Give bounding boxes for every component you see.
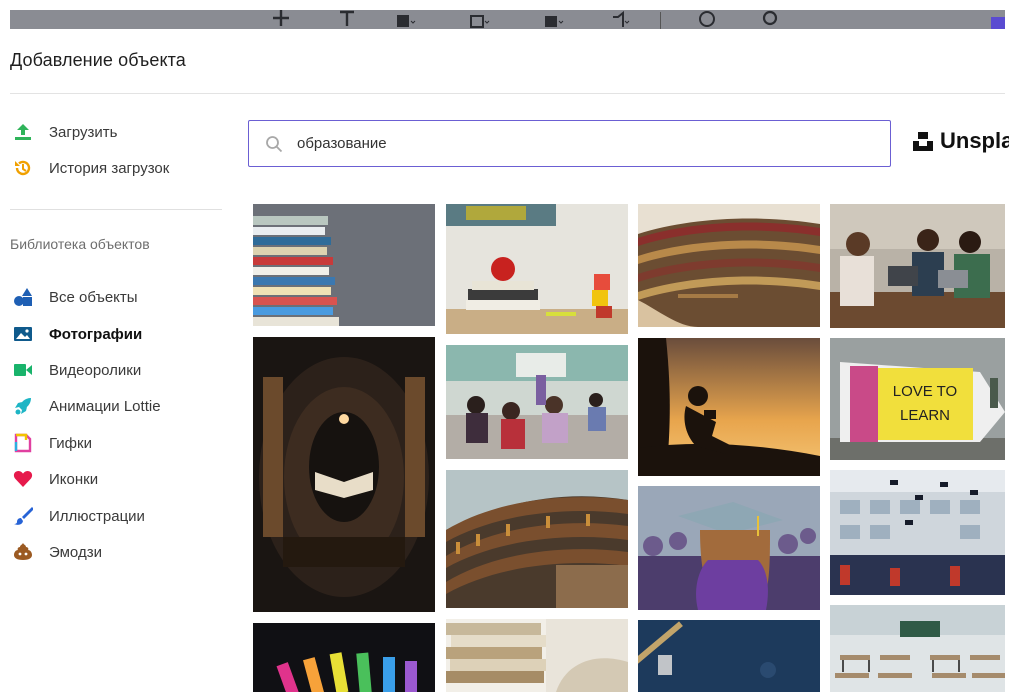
sidebar-item-label: Все объекты [49,288,138,306]
provider-logo-area: Unsplash [905,120,1009,170]
image-dropdown-icon[interactable] [470,10,492,29]
sidebar-item-photos[interactable]: Фотографии [12,322,142,346]
dialog-title: Добавление объекта [10,50,186,70]
search-input[interactable] [297,135,857,152]
toolbar-accent [991,17,1005,29]
photo-result[interactable] [253,204,435,326]
sidebar-item-emoji[interactable]: Эмодзи [12,540,102,564]
upload-history-button[interactable]: История загрузок [12,156,169,180]
audio-dropdown-icon[interactable] [610,10,632,29]
sidebar-item-label: Фотографии [49,325,143,343]
sidebar-item-label: Гифки [49,434,92,452]
brush-icon [12,505,34,527]
upload-button[interactable]: Загрузить [12,120,118,144]
history-icon [12,157,34,179]
sidebar-item-lottie[interactable]: Анимации Lottie [12,394,161,418]
editor-toolbar [10,10,1005,29]
photo-result[interactable] [638,338,820,476]
search-box[interactable] [248,120,891,167]
svg-text:LEARN: LEARN [900,407,950,424]
photo-result[interactable]: LOVE TO LEARN [830,338,1005,460]
poop-emoji-icon [12,541,34,563]
upload-label: Загрузить [49,123,118,141]
photo-result[interactable] [830,204,1005,328]
text-icon[interactable] [336,10,358,29]
provider-name: Unsplash [940,128,1009,153]
photo-result[interactable] [253,337,435,612]
unsplash-logo-icon [912,130,934,152]
sidebar-item-label: Иллюстрации [49,507,145,525]
gif-icon [12,432,34,454]
rocket-icon [12,395,34,417]
library-heading: Библиотека объектов [10,236,150,252]
unsplash-logo: Unsplash [912,128,1009,154]
photo-result[interactable] [446,345,628,459]
globe-icon[interactable] [696,10,718,29]
photo-result[interactable] [638,486,820,610]
add-icon[interactable] [270,10,292,29]
sidebar-item-label: Эмодзи [49,543,102,561]
sidebar-item-label: Анимации Lottie [49,397,161,415]
heart-icon [12,468,34,490]
sidebar-item-label: Иконки [49,470,99,488]
video-dropdown-icon[interactable] [544,10,566,29]
sidebar-divider [10,209,222,210]
svg-text:LOVE TO: LOVE TO [893,383,957,400]
toolbar-separator [660,12,661,29]
photo-result[interactable] [830,470,1005,595]
sidebar-item-illustrations[interactable]: Иллюстрации [12,504,145,528]
shape-dropdown-icon[interactable] [396,10,418,29]
title-divider [10,93,1005,94]
photo-result[interactable] [830,605,1005,692]
upload-icon [12,121,34,143]
sidebar-item-label: Видеоролики [49,361,142,379]
photo-icon [12,323,34,345]
search-icon [265,135,283,153]
sidebar-item-icons[interactable]: Иконки [12,467,98,491]
photo-result[interactable] [446,619,628,692]
video-icon [12,359,34,381]
photo-result[interactable] [638,620,820,692]
shapes-icon [12,286,34,308]
sidebar-item-all-objects[interactable]: Все объекты [12,285,138,309]
photo-result[interactable] [446,470,628,608]
history-label: История загрузок [49,159,170,177]
photo-result[interactable] [638,204,820,327]
sidebar-item-gifs[interactable]: Гифки [12,431,92,455]
photo-result[interactable] [253,623,435,692]
sidebar-item-videos[interactable]: Видеоролики [12,358,141,382]
search-tool-icon[interactable] [760,10,782,29]
photo-result[interactable] [446,204,628,334]
